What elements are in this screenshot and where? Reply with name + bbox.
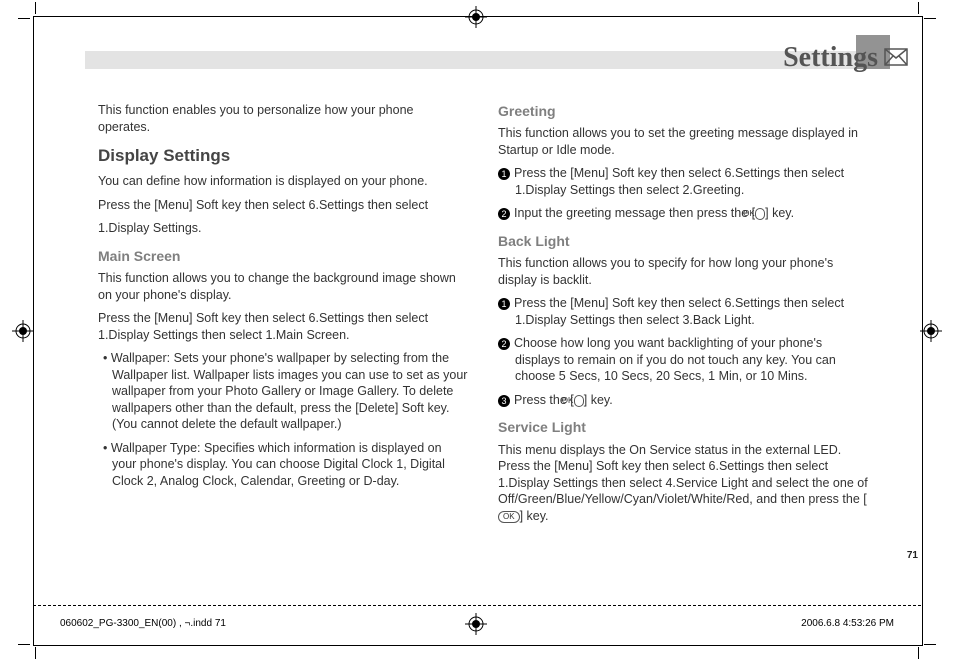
numbered-item: 2 Input the greeting message then press t… (498, 205, 868, 222)
page-number: 71 (907, 550, 918, 561)
registration-mark-icon (12, 320, 34, 342)
step-number-icon: 1 (498, 168, 510, 180)
right-column: Greeting This function allows you to set… (498, 102, 868, 531)
backlight-heading: Back Light (498, 232, 868, 250)
body-text: Press the [Menu] Soft key then select 6.… (98, 310, 468, 343)
display-settings-heading: Display Settings (98, 145, 468, 167)
body-text: Press the [Menu] Soft key then select 6.… (98, 197, 468, 214)
bullet-item: Wallpaper: Sets your phone's wallpaper b… (98, 350, 468, 433)
intro-text: This function enables you to personalize… (98, 102, 468, 135)
footer-right: 2006.6.8 4:53:26 PM (801, 618, 894, 629)
ok-key-icon: OK (755, 208, 765, 220)
body-text: You can define how information is displa… (98, 173, 468, 190)
numbered-item: 2 Choose how long you want backlighting o… (498, 335, 868, 385)
crop-mark (18, 644, 30, 645)
section-title: Settings (783, 42, 878, 74)
crop-mark (924, 644, 936, 645)
body-text: This function allows you to set the gree… (498, 125, 868, 158)
numbered-item: 1 Press the [Menu] Soft key then select 6… (498, 295, 868, 328)
bullet-item: Wallpaper Type: Specifies which informat… (98, 440, 468, 490)
crop-mark (924, 18, 936, 19)
main-screen-heading: Main Screen (98, 247, 468, 265)
step-text: Input the greeting message then press th… (514, 206, 755, 220)
crop-mark (918, 2, 919, 14)
footer-left: 060602_PG-3300_EN(00) , ¬.indd 71 (60, 618, 226, 629)
step-text: ] key. (765, 206, 794, 220)
step-text: ] key. (584, 393, 613, 407)
body-text: This function allows you to specify for … (498, 255, 868, 288)
body-text: 1.Display Settings. (98, 220, 468, 237)
greeting-heading: Greeting (498, 102, 868, 120)
footer-dash-line (33, 605, 921, 606)
body-text-span: ] key. (520, 509, 549, 523)
envelope-icon (884, 48, 908, 71)
ok-key-icon: OK (498, 511, 520, 523)
page-sheet: Settings This function enables you to pe… (0, 0, 954, 665)
step-number-icon: 2 (498, 338, 510, 350)
registration-mark-icon (920, 320, 942, 342)
service-light-heading: Service Light (498, 418, 868, 436)
ok-key-icon: OK (574, 395, 584, 407)
step-text: Press the [Menu] Soft key then select 6.… (514, 296, 844, 327)
numbered-item: 3Press the [OK] key. (498, 392, 868, 409)
crop-mark (18, 18, 30, 19)
body-text-span: This menu displays the On Service status… (498, 443, 868, 507)
crop-mark (918, 647, 919, 659)
numbered-item: 1 Press the [Menu] Soft key then select 6… (498, 165, 868, 198)
content-columns: This function enables you to personalize… (98, 102, 868, 531)
step-number-icon: 1 (498, 298, 510, 310)
body-text: This function allows you to change the b… (98, 270, 468, 303)
footer-row: 060602_PG-3300_EN(00) , ¬.indd 71 2006.6… (60, 618, 894, 629)
step-number-icon: 2 (498, 208, 510, 220)
registration-mark-icon (465, 6, 487, 28)
left-column: This function enables you to personalize… (98, 102, 468, 531)
crop-mark (35, 647, 36, 659)
header-bar (85, 51, 871, 69)
step-text: Choose how long you want backlighting of… (514, 336, 836, 383)
step-text: Press the [Menu] Soft key then select 6.… (514, 166, 844, 197)
body-text: This menu displays the On Service status… (498, 442, 868, 525)
step-number-icon: 3 (498, 395, 510, 407)
crop-mark (35, 2, 36, 14)
